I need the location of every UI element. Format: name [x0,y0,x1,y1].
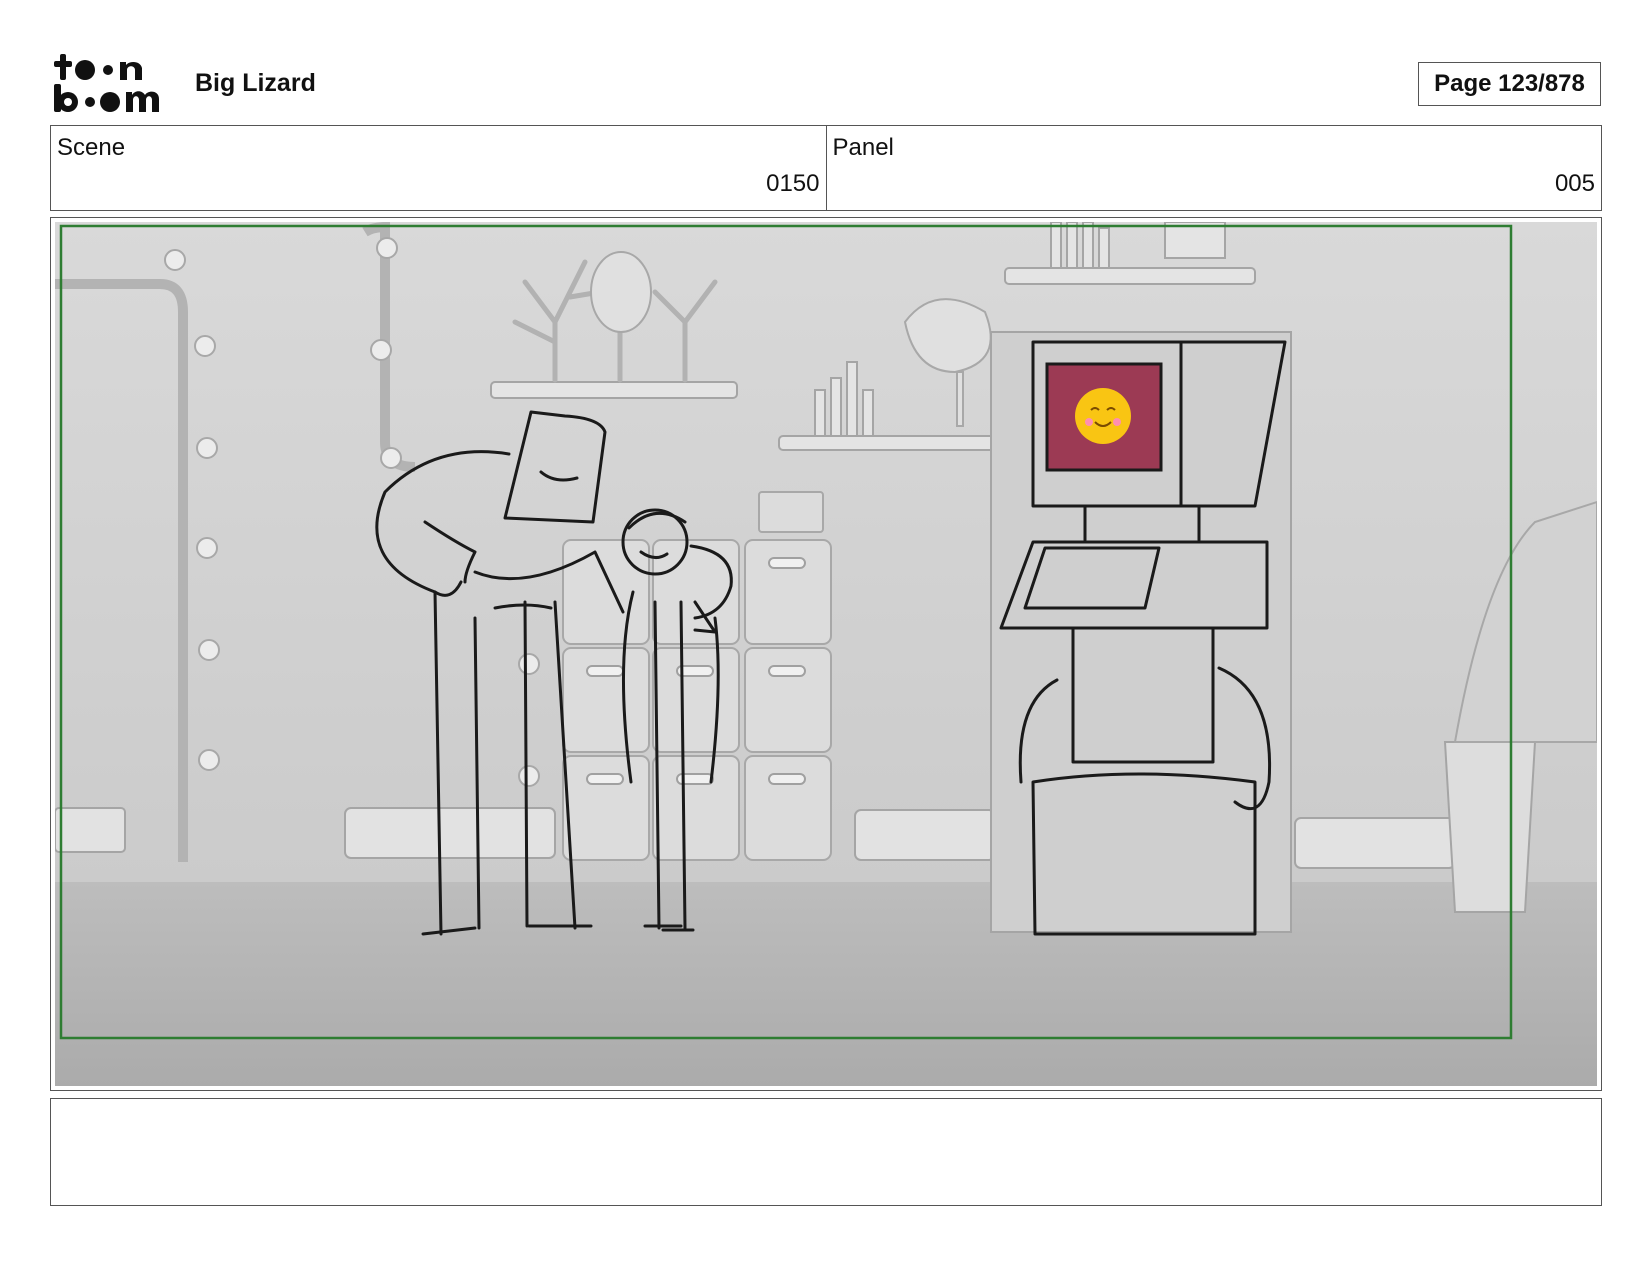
panel-cell: Panel 005 [825,126,1602,210]
storyboard-panel [50,217,1602,1091]
scene-panel-info: Scene 0150 Panel 005 [50,125,1602,211]
panel-number: 005 [1554,170,1595,197]
smiley-right-blush [1113,418,1121,426]
panel-notes-box[interactable] [50,1098,1602,1206]
project-title: Big Lizard [195,69,316,97]
scene-label: Scene [57,134,126,161]
panel-label: Panel [832,134,894,161]
scene-cell: Scene 0150 [51,126,826,210]
background-floor [55,882,1597,1086]
page-indicator: Page 123/878 [1418,62,1601,106]
toon-boom-logo-mark [54,54,159,112]
smiley-face-icon [1075,388,1131,444]
smiley-left-blush [1085,418,1093,426]
plant-pot [1443,741,1537,913]
scene-number: 0150 [766,170,820,197]
storyboard-drawing [55,222,1597,1086]
page-indicator-text: Page 123/878 [1434,70,1585,97]
toon-boom-logo [52,52,170,114]
